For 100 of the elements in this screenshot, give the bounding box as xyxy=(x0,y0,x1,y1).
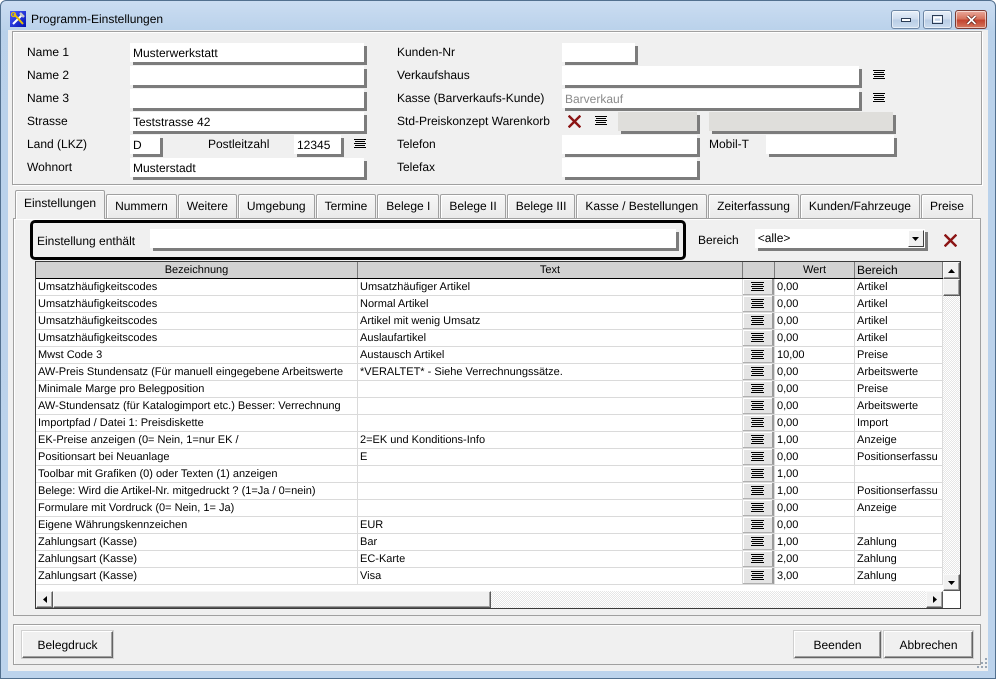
tab[interactable]: Kunden/Fahrzeuge xyxy=(800,194,920,218)
tab[interactable]: Preise xyxy=(920,194,973,218)
tab[interactable]: Belege III xyxy=(506,194,576,218)
table-cell: Umsatzhäufigkeitscodes xyxy=(36,279,358,295)
filter-label: Einstellung enthält xyxy=(37,234,136,248)
tab[interactable]: Nummern xyxy=(106,194,177,218)
list-icon xyxy=(751,537,764,546)
column-header[interactable]: Bereich xyxy=(855,262,943,278)
column-header[interactable]: Bezeichnung xyxy=(36,262,358,278)
field-label: Wohnort xyxy=(27,160,72,175)
push-button[interactable]: Belegdruck xyxy=(22,631,113,658)
field-label: Land (LKZ) xyxy=(27,137,88,152)
list-button[interactable] xyxy=(743,398,774,414)
text-field[interactable]: Musterwerkstatt xyxy=(130,43,367,65)
tab[interactable]: Kasse / Bestellungen xyxy=(576,194,708,218)
list-button[interactable] xyxy=(743,347,774,363)
list-button[interactable] xyxy=(743,364,774,380)
tab[interactable]: Weitere xyxy=(178,194,237,218)
search-field[interactable] xyxy=(150,229,679,251)
list-icon xyxy=(751,384,764,393)
list-button[interactable] xyxy=(743,432,774,448)
area-select[interactable]: <alle> xyxy=(754,229,928,251)
list-button[interactable] xyxy=(743,483,774,499)
text-field[interactable]: D xyxy=(130,135,163,157)
minimize-button[interactable] xyxy=(891,10,920,29)
list-icon xyxy=(751,333,764,342)
scroll-up-button[interactable] xyxy=(943,262,960,279)
list-button[interactable] xyxy=(743,449,774,465)
list-button[interactable] xyxy=(743,415,774,431)
field-label: Kasse (Barverkaufs-Kunde) xyxy=(397,91,544,106)
list-button[interactable] xyxy=(743,551,774,567)
column-header[interactable]: Text xyxy=(358,262,743,278)
table-cell: 0,00 xyxy=(775,398,855,414)
list-icon[interactable] xyxy=(873,93,885,102)
text-field[interactable] xyxy=(130,89,367,111)
area-label: Bereich xyxy=(698,232,739,248)
list-button[interactable] xyxy=(743,500,774,516)
table-cell: Importpfad / Datei 1: Preisdiskette xyxy=(36,415,358,431)
table-cell: Umsatzhäufigkeitscodes xyxy=(36,313,358,329)
list-button[interactable] xyxy=(743,296,774,312)
text-field[interactable]: Teststrasse 42 xyxy=(130,112,367,134)
tab[interactable]: Umgebung xyxy=(238,194,315,218)
field-label: Name 3 xyxy=(27,91,70,106)
tab[interactable]: Belege II xyxy=(440,194,506,218)
list-button[interactable] xyxy=(743,466,774,482)
list-icon xyxy=(751,520,764,529)
text-field[interactable] xyxy=(562,66,862,88)
list-icon xyxy=(751,316,764,325)
list-icon[interactable] xyxy=(595,116,607,125)
close-button[interactable] xyxy=(955,10,987,29)
scroll-down-button[interactable] xyxy=(943,574,960,591)
list-button[interactable] xyxy=(743,534,774,550)
maximize-button[interactable] xyxy=(923,10,952,29)
caret-down-icon xyxy=(912,236,920,240)
text-field[interactable]: 12345 xyxy=(294,135,344,157)
table-cell: Positionsart bei Neuanlage xyxy=(36,449,358,465)
push-button[interactable]: Abbrechen xyxy=(884,631,973,658)
scrollbar-thumb[interactable] xyxy=(53,591,491,608)
cross-icon[interactable] xyxy=(568,115,581,128)
window-title: Programm-Einstellungen xyxy=(31,12,164,26)
text-field[interactable] xyxy=(562,158,700,180)
text-field[interactable]: Musterstadt xyxy=(130,158,367,180)
dropdown-button[interactable] xyxy=(908,230,924,247)
scrollbar-thumb[interactable] xyxy=(943,279,960,296)
list-icon[interactable] xyxy=(354,139,366,148)
tab[interactable]: Belege I xyxy=(377,194,440,218)
list-icon[interactable] xyxy=(873,70,885,79)
tab[interactable]: Einstellungen xyxy=(15,190,106,219)
table-cell: Umsatzhäufigkeitscodes xyxy=(36,296,358,312)
table-cell: 1,00 xyxy=(775,432,855,448)
resize-grip[interactable] xyxy=(976,657,988,669)
list-icon xyxy=(751,350,764,359)
list-button[interactable] xyxy=(743,330,774,346)
scroll-right-button[interactable] xyxy=(926,591,943,608)
text-field[interactable] xyxy=(766,135,897,157)
table-cell: 0,00 xyxy=(775,279,855,295)
tab[interactable]: Zeiterfassung xyxy=(708,194,799,218)
list-icon xyxy=(751,554,764,563)
cross-icon[interactable] xyxy=(944,234,957,246)
close-icon xyxy=(966,14,976,24)
list-button[interactable] xyxy=(743,279,774,295)
table-cell: 0,00 xyxy=(775,364,855,380)
field-label: Telefax xyxy=(397,160,436,175)
list-button[interactable] xyxy=(743,313,774,329)
field-label: Kunden-Nr xyxy=(397,45,456,60)
triangle-down-icon xyxy=(948,580,955,584)
list-button[interactable] xyxy=(743,381,774,397)
tab[interactable]: Termine xyxy=(316,194,376,218)
list-icon xyxy=(751,469,764,478)
push-button[interactable]: Beenden xyxy=(794,631,881,658)
text-field[interactable]: Barverkauf xyxy=(562,89,862,111)
list-button[interactable] xyxy=(743,568,774,584)
column-header[interactable]: Wert xyxy=(775,262,855,278)
text-field[interactable] xyxy=(562,43,638,65)
table-cell: 10,00 xyxy=(775,347,855,363)
text-field[interactable] xyxy=(130,66,367,88)
list-icon xyxy=(751,299,764,308)
text-field[interactable] xyxy=(562,135,700,157)
list-button[interactable] xyxy=(743,517,774,533)
scroll-left-button[interactable] xyxy=(36,591,53,608)
